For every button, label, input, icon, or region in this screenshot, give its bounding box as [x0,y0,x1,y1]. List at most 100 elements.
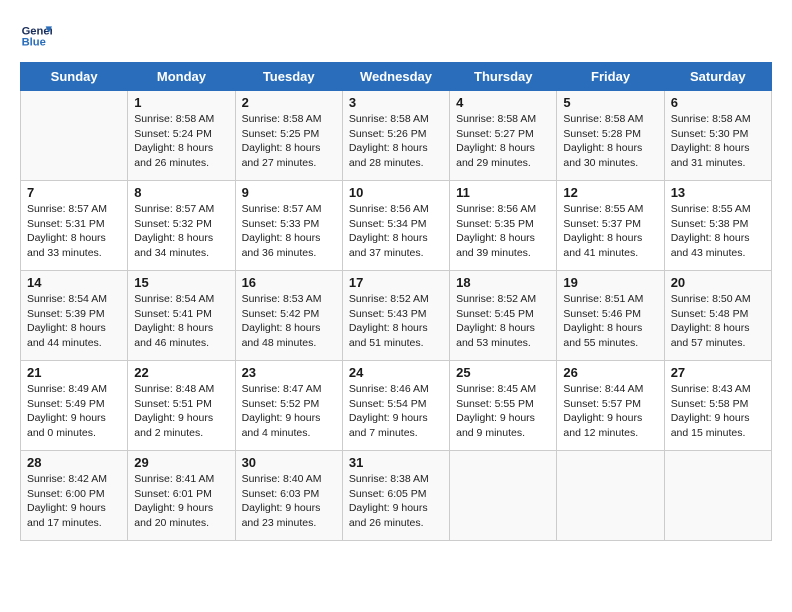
day-number: 4 [456,95,550,110]
day-cell: 11 Sunrise: 8:56 AMSunset: 5:35 PMDaylig… [450,181,557,271]
weekday-monday: Monday [128,63,235,91]
day-number: 27 [671,365,765,380]
day-number: 5 [563,95,657,110]
day-cell: 30 Sunrise: 8:40 AMSunset: 6:03 PMDaylig… [235,451,342,541]
day-number: 28 [27,455,121,470]
day-number: 31 [349,455,443,470]
day-cell: 9 Sunrise: 8:57 AMSunset: 5:33 PMDayligh… [235,181,342,271]
day-info: Sunrise: 8:58 AMSunset: 5:27 PMDaylight:… [456,112,550,171]
day-info: Sunrise: 8:58 AMSunset: 5:28 PMDaylight:… [563,112,657,171]
day-number: 24 [349,365,443,380]
day-cell: 24 Sunrise: 8:46 AMSunset: 5:54 PMDaylig… [342,361,449,451]
day-cell: 18 Sunrise: 8:52 AMSunset: 5:45 PMDaylig… [450,271,557,361]
day-cell: 10 Sunrise: 8:56 AMSunset: 5:34 PMDaylig… [342,181,449,271]
weekday-sunday: Sunday [21,63,128,91]
day-cell: 8 Sunrise: 8:57 AMSunset: 5:32 PMDayligh… [128,181,235,271]
day-number: 3 [349,95,443,110]
day-cell: 3 Sunrise: 8:58 AMSunset: 5:26 PMDayligh… [342,91,449,181]
day-number: 10 [349,185,443,200]
day-number: 13 [671,185,765,200]
day-number: 8 [134,185,228,200]
day-info: Sunrise: 8:54 AMSunset: 5:41 PMDaylight:… [134,292,228,351]
day-info: Sunrise: 8:55 AMSunset: 5:38 PMDaylight:… [671,202,765,261]
day-number: 1 [134,95,228,110]
day-info: Sunrise: 8:56 AMSunset: 5:34 PMDaylight:… [349,202,443,261]
day-number: 21 [27,365,121,380]
page-header: General Blue [20,20,772,52]
day-cell: 5 Sunrise: 8:58 AMSunset: 5:28 PMDayligh… [557,91,664,181]
day-cell: 28 Sunrise: 8:42 AMSunset: 6:00 PMDaylig… [21,451,128,541]
day-cell: 25 Sunrise: 8:45 AMSunset: 5:55 PMDaylig… [450,361,557,451]
day-info: Sunrise: 8:40 AMSunset: 6:03 PMDaylight:… [242,472,336,531]
day-cell: 29 Sunrise: 8:41 AMSunset: 6:01 PMDaylig… [128,451,235,541]
day-info: Sunrise: 8:55 AMSunset: 5:37 PMDaylight:… [563,202,657,261]
weekday-header-row: SundayMondayTuesdayWednesdayThursdayFrid… [21,63,772,91]
day-number: 9 [242,185,336,200]
day-info: Sunrise: 8:46 AMSunset: 5:54 PMDaylight:… [349,382,443,441]
day-cell: 20 Sunrise: 8:50 AMSunset: 5:48 PMDaylig… [664,271,771,361]
day-number: 26 [563,365,657,380]
day-number: 29 [134,455,228,470]
calendar-table: SundayMondayTuesdayWednesdayThursdayFrid… [20,62,772,541]
weekday-saturday: Saturday [664,63,771,91]
day-number: 17 [349,275,443,290]
day-info: Sunrise: 8:52 AMSunset: 5:43 PMDaylight:… [349,292,443,351]
day-info: Sunrise: 8:41 AMSunset: 6:01 PMDaylight:… [134,472,228,531]
day-cell: 22 Sunrise: 8:48 AMSunset: 5:51 PMDaylig… [128,361,235,451]
week-row-0: 1 Sunrise: 8:58 AMSunset: 5:24 PMDayligh… [21,91,772,181]
day-number: 18 [456,275,550,290]
day-cell: 4 Sunrise: 8:58 AMSunset: 5:27 PMDayligh… [450,91,557,181]
day-cell [664,451,771,541]
day-info: Sunrise: 8:52 AMSunset: 5:45 PMDaylight:… [456,292,550,351]
logo: General Blue [20,20,52,52]
day-cell: 7 Sunrise: 8:57 AMSunset: 5:31 PMDayligh… [21,181,128,271]
day-info: Sunrise: 8:58 AMSunset: 5:30 PMDaylight:… [671,112,765,171]
day-info: Sunrise: 8:57 AMSunset: 5:31 PMDaylight:… [27,202,121,261]
day-cell [450,451,557,541]
day-cell: 1 Sunrise: 8:58 AMSunset: 5:24 PMDayligh… [128,91,235,181]
day-cell: 17 Sunrise: 8:52 AMSunset: 5:43 PMDaylig… [342,271,449,361]
day-cell: 2 Sunrise: 8:58 AMSunset: 5:25 PMDayligh… [235,91,342,181]
day-cell: 16 Sunrise: 8:53 AMSunset: 5:42 PMDaylig… [235,271,342,361]
week-row-1: 7 Sunrise: 8:57 AMSunset: 5:31 PMDayligh… [21,181,772,271]
logo-icon: General Blue [20,20,52,52]
day-info: Sunrise: 8:54 AMSunset: 5:39 PMDaylight:… [27,292,121,351]
day-number: 15 [134,275,228,290]
day-number: 30 [242,455,336,470]
day-cell: 26 Sunrise: 8:44 AMSunset: 5:57 PMDaylig… [557,361,664,451]
day-info: Sunrise: 8:49 AMSunset: 5:49 PMDaylight:… [27,382,121,441]
day-info: Sunrise: 8:38 AMSunset: 6:05 PMDaylight:… [349,472,443,531]
day-number: 11 [456,185,550,200]
day-number: 25 [456,365,550,380]
day-cell: 12 Sunrise: 8:55 AMSunset: 5:37 PMDaylig… [557,181,664,271]
day-number: 7 [27,185,121,200]
day-number: 16 [242,275,336,290]
day-number: 20 [671,275,765,290]
day-info: Sunrise: 8:48 AMSunset: 5:51 PMDaylight:… [134,382,228,441]
week-row-3: 21 Sunrise: 8:49 AMSunset: 5:49 PMDaylig… [21,361,772,451]
day-info: Sunrise: 8:56 AMSunset: 5:35 PMDaylight:… [456,202,550,261]
week-row-2: 14 Sunrise: 8:54 AMSunset: 5:39 PMDaylig… [21,271,772,361]
day-number: 6 [671,95,765,110]
day-info: Sunrise: 8:43 AMSunset: 5:58 PMDaylight:… [671,382,765,441]
day-info: Sunrise: 8:53 AMSunset: 5:42 PMDaylight:… [242,292,336,351]
day-cell: 13 Sunrise: 8:55 AMSunset: 5:38 PMDaylig… [664,181,771,271]
day-info: Sunrise: 8:57 AMSunset: 5:32 PMDaylight:… [134,202,228,261]
day-info: Sunrise: 8:45 AMSunset: 5:55 PMDaylight:… [456,382,550,441]
day-cell: 14 Sunrise: 8:54 AMSunset: 5:39 PMDaylig… [21,271,128,361]
day-cell [21,91,128,181]
day-cell [557,451,664,541]
day-number: 2 [242,95,336,110]
day-number: 12 [563,185,657,200]
day-cell: 27 Sunrise: 8:43 AMSunset: 5:58 PMDaylig… [664,361,771,451]
weekday-friday: Friday [557,63,664,91]
svg-text:Blue: Blue [22,37,46,49]
day-number: 19 [563,275,657,290]
day-cell: 31 Sunrise: 8:38 AMSunset: 6:05 PMDaylig… [342,451,449,541]
week-row-4: 28 Sunrise: 8:42 AMSunset: 6:00 PMDaylig… [21,451,772,541]
day-number: 23 [242,365,336,380]
day-cell: 6 Sunrise: 8:58 AMSunset: 5:30 PMDayligh… [664,91,771,181]
day-info: Sunrise: 8:58 AMSunset: 5:25 PMDaylight:… [242,112,336,171]
day-info: Sunrise: 8:42 AMSunset: 6:00 PMDaylight:… [27,472,121,531]
calendar-body: 1 Sunrise: 8:58 AMSunset: 5:24 PMDayligh… [21,91,772,541]
